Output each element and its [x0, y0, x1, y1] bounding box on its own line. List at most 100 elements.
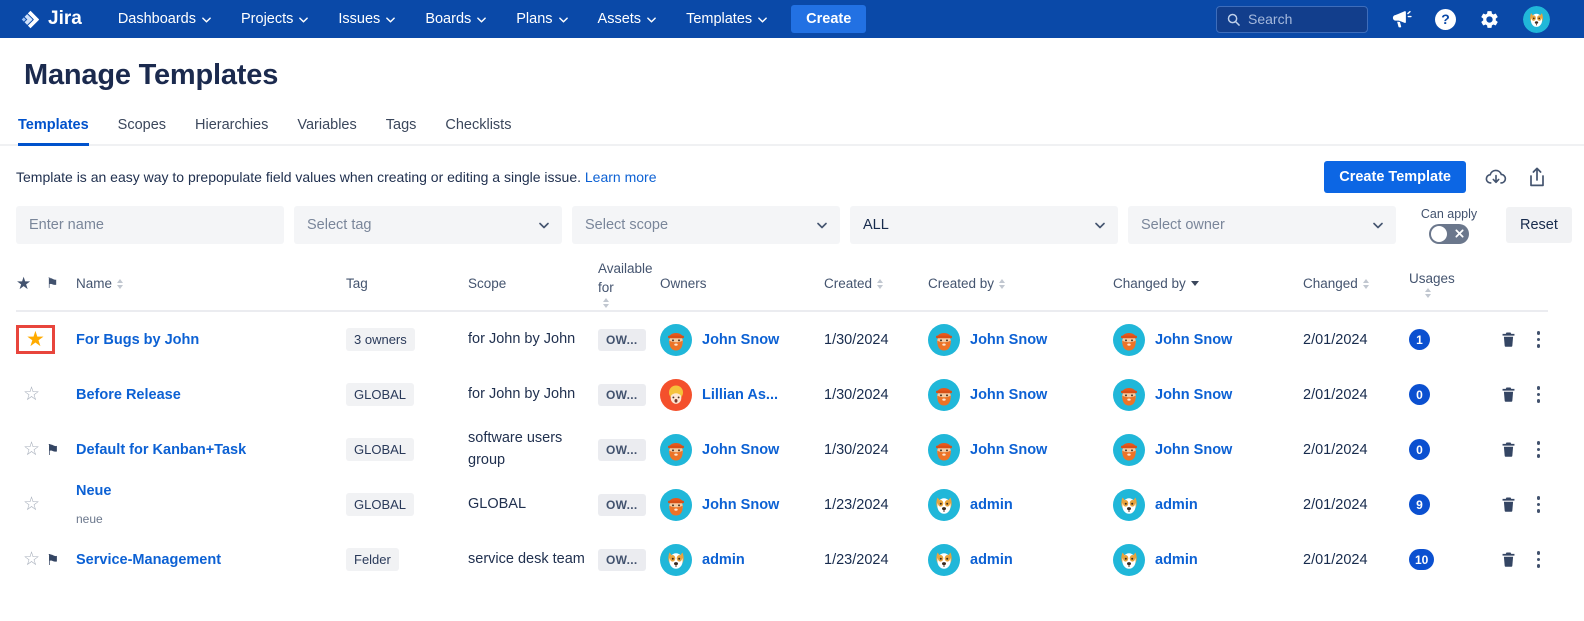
- create-button[interactable]: Create: [791, 5, 866, 33]
- created-date: 1/30/2024: [824, 442, 928, 458]
- announcements-icon[interactable]: [1391, 9, 1412, 30]
- tab-scopes[interactable]: Scopes: [118, 117, 166, 146]
- template-name-link[interactable]: For Bugs by John: [76, 332, 340, 348]
- nav-item-assets[interactable]: Assets: [598, 11, 657, 27]
- changed-by-link[interactable]: John Snow: [1155, 332, 1232, 348]
- owner-link[interactable]: Lillian As...: [702, 387, 778, 403]
- search-input[interactable]: [1248, 11, 1357, 27]
- reset-button[interactable]: Reset: [1506, 207, 1572, 243]
- can-apply-toggle[interactable]: [1429, 224, 1469, 244]
- chevron-down-icon: [559, 17, 568, 23]
- favorite-star-button[interactable]: ☆: [16, 384, 47, 405]
- template-name-link[interactable]: Default for Kanban+Task: [76, 442, 340, 458]
- tab-templates[interactable]: Templates: [18, 117, 89, 146]
- tag-filter-select[interactable]: Select tag: [294, 206, 562, 244]
- john-snow-avatar: [1113, 434, 1145, 466]
- settings-gear-icon[interactable]: [1479, 9, 1500, 30]
- column-header-changed-by[interactable]: Changed by: [1113, 275, 1303, 294]
- column-header-name[interactable]: Name: [76, 275, 346, 294]
- page-title: Manage Templates: [24, 59, 1584, 92]
- star-icon: ☆: [23, 385, 40, 404]
- owner-link[interactable]: John Snow: [702, 332, 779, 348]
- name-filter-input[interactable]: [16, 206, 284, 244]
- nav-item-dashboards[interactable]: Dashboards: [118, 11, 211, 27]
- delete-button[interactable]: [1500, 385, 1517, 404]
- favorite-star-button[interactable]: ☆: [16, 494, 47, 515]
- scope-filter-select[interactable]: Select scope: [572, 206, 840, 244]
- template-name-link[interactable]: Neue: [76, 483, 340, 499]
- flag-icon: ⚑: [46, 442, 59, 459]
- created-by-link[interactable]: admin: [970, 497, 1013, 513]
- column-header-changed[interactable]: Changed: [1303, 275, 1409, 294]
- tab-checklists[interactable]: Checklists: [445, 117, 511, 146]
- owner-link[interactable]: John Snow: [702, 442, 779, 458]
- star-column-header-icon[interactable]: ★: [16, 272, 31, 296]
- type-filter-select[interactable]: ALL: [850, 206, 1118, 244]
- jira-logo[interactable]: Jira: [20, 8, 82, 30]
- admin-avatar: [1113, 544, 1145, 576]
- more-actions-button[interactable]: [1535, 549, 1543, 570]
- created-date: 1/23/2024: [824, 552, 928, 568]
- changed-by-link[interactable]: admin: [1155, 552, 1198, 568]
- changed-by-link[interactable]: John Snow: [1155, 387, 1232, 403]
- column-header-created[interactable]: Created: [824, 275, 928, 294]
- scope-text: for John by John: [468, 384, 598, 405]
- admin-avatar: [660, 544, 692, 576]
- help-icon[interactable]: ?: [1435, 9, 1456, 30]
- owner-filter-select[interactable]: Select owner: [1128, 206, 1396, 244]
- owner-link[interactable]: admin: [702, 552, 745, 568]
- nav-item-plans[interactable]: Plans: [516, 11, 567, 27]
- star-icon: ★: [26, 329, 45, 350]
- nav-item-projects[interactable]: Projects: [241, 11, 308, 27]
- tab-hierarchies[interactable]: Hierarchies: [195, 117, 268, 146]
- toggle-off-cross-icon: [1455, 229, 1464, 238]
- nav-item-templates[interactable]: Templates: [686, 11, 767, 27]
- delete-button[interactable]: [1500, 495, 1517, 514]
- chevron-down-icon: [386, 17, 395, 23]
- template-name-link[interactable]: Before Release: [76, 387, 340, 403]
- changed-by-link[interactable]: John Snow: [1155, 442, 1232, 458]
- nav-item-boards[interactable]: Boards: [425, 11, 486, 27]
- favorite-star-button[interactable]: ☆: [16, 439, 47, 460]
- favorite-star-button[interactable]: ★: [16, 325, 55, 354]
- created-by-link[interactable]: admin: [970, 552, 1013, 568]
- chevron-down-icon: [817, 222, 827, 229]
- changed-date: 2/01/2024: [1303, 332, 1409, 348]
- tab-variables[interactable]: Variables: [297, 117, 356, 146]
- template-name-link[interactable]: Service-Management: [76, 552, 340, 568]
- search-box[interactable]: [1216, 6, 1368, 33]
- owner-link[interactable]: John Snow: [702, 497, 779, 513]
- scope-text: for John by John: [468, 329, 598, 350]
- chevron-down-icon: [477, 17, 486, 23]
- more-actions-button[interactable]: [1535, 384, 1543, 405]
- favorite-star-button[interactable]: ☆: [16, 549, 47, 570]
- john-snow-avatar: [660, 324, 692, 356]
- created-by-link[interactable]: John Snow: [970, 442, 1047, 458]
- delete-button[interactable]: [1500, 330, 1517, 349]
- column-header-created-by[interactable]: Created by: [928, 275, 1113, 294]
- available-for-chip: OW...: [598, 549, 646, 571]
- more-actions-button[interactable]: [1535, 439, 1543, 460]
- column-header-usages[interactable]: Usages: [1409, 270, 1469, 299]
- changed-by-cell: John Snow: [1113, 434, 1303, 466]
- nav-item-issues[interactable]: Issues: [338, 11, 395, 27]
- more-actions-button[interactable]: [1535, 329, 1543, 350]
- owner-cell: John Snow: [660, 434, 824, 466]
- column-header-available-for[interactable]: Available for: [598, 260, 660, 308]
- table-row: ☆ ⚑ Service-Management Felder service de…: [16, 532, 1548, 587]
- tab-tags[interactable]: Tags: [386, 117, 417, 146]
- created-by-link[interactable]: John Snow: [970, 387, 1047, 403]
- create-template-button[interactable]: Create Template: [1324, 161, 1466, 193]
- import-templates-icon[interactable]: [1485, 166, 1507, 188]
- user-avatar[interactable]: [1523, 6, 1550, 33]
- delete-button[interactable]: [1500, 550, 1517, 569]
- changed-date: 2/01/2024: [1303, 387, 1409, 403]
- delete-button[interactable]: [1500, 440, 1517, 459]
- changed-by-link[interactable]: admin: [1155, 497, 1198, 513]
- chevron-down-icon: [758, 17, 767, 23]
- created-date: 1/23/2024: [824, 497, 928, 513]
- more-actions-button[interactable]: [1535, 494, 1543, 515]
- learn-more-link[interactable]: Learn more: [585, 169, 657, 185]
- created-by-link[interactable]: John Snow: [970, 332, 1047, 348]
- export-templates-icon[interactable]: [1526, 166, 1548, 188]
